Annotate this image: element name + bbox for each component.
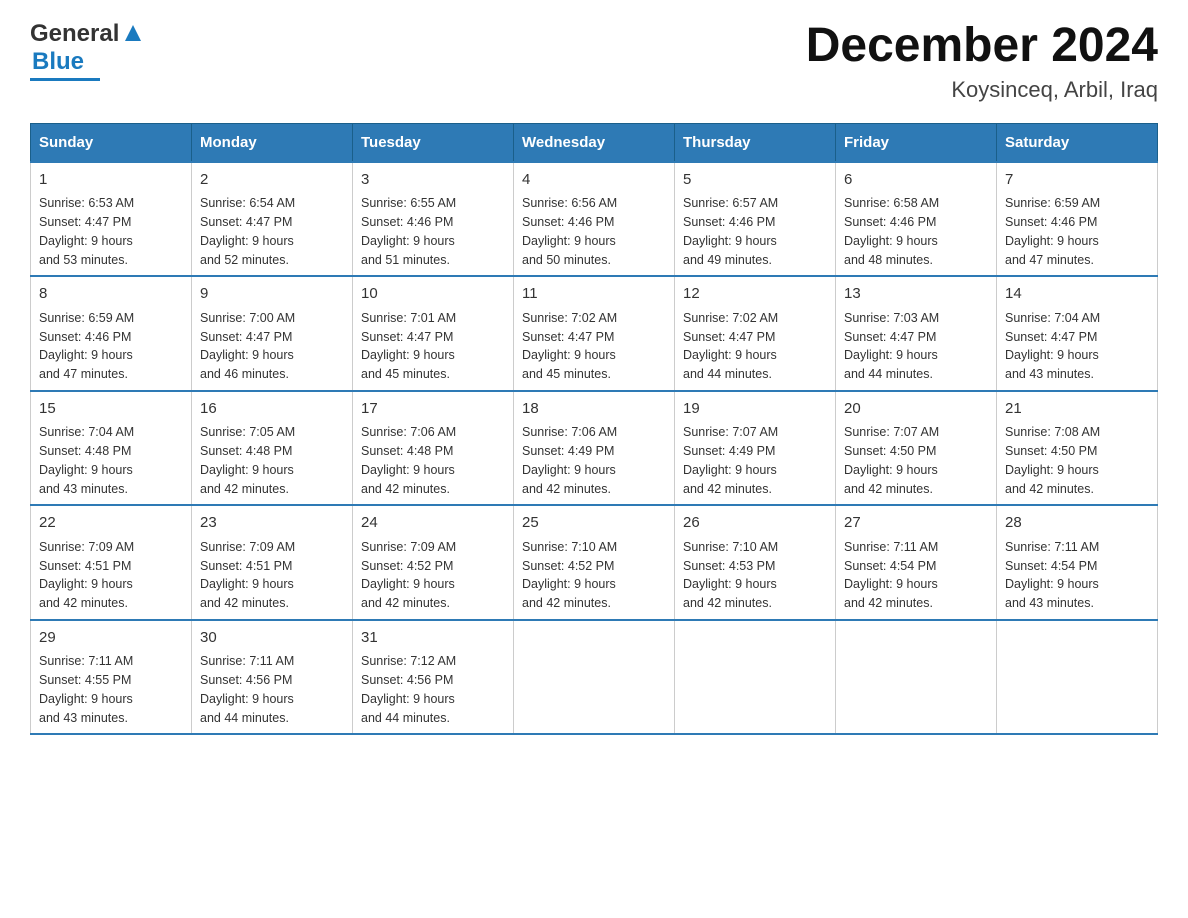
table-row: 9 Sunrise: 7:00 AMSunset: 4:47 PMDayligh… (192, 276, 353, 391)
table-row: 27 Sunrise: 7:11 AMSunset: 4:54 PMDaylig… (836, 505, 997, 620)
table-row: 30 Sunrise: 7:11 AMSunset: 4:56 PMDaylig… (192, 620, 353, 735)
month-year-title: December 2024 (806, 20, 1158, 73)
logo-general-text: General (30, 20, 119, 48)
header-saturday: Saturday (997, 123, 1158, 162)
day-number: 22 (39, 512, 183, 535)
table-row: 24 Sunrise: 7:09 AMSunset: 4:52 PMDaylig… (353, 505, 514, 620)
calendar-week-row: 1 Sunrise: 6:53 AMSunset: 4:47 PMDayligh… (31, 162, 1158, 277)
table-row: 17 Sunrise: 7:06 AMSunset: 4:48 PMDaylig… (353, 391, 514, 506)
day-number: 17 (361, 398, 505, 421)
table-row: 11 Sunrise: 7:02 AMSunset: 4:47 PMDaylig… (514, 276, 675, 391)
day-number: 18 (522, 398, 666, 421)
header-friday: Friday (836, 123, 997, 162)
table-row: 21 Sunrise: 7:08 AMSunset: 4:50 PMDaylig… (997, 391, 1158, 506)
table-row: 29 Sunrise: 7:11 AMSunset: 4:55 PMDaylig… (31, 620, 192, 735)
table-row: 4 Sunrise: 6:56 AMSunset: 4:46 PMDayligh… (514, 162, 675, 277)
day-number: 28 (1005, 512, 1149, 535)
calendar-week-row: 8 Sunrise: 6:59 AMSunset: 4:46 PMDayligh… (31, 276, 1158, 391)
day-number: 23 (200, 512, 344, 535)
table-row: 23 Sunrise: 7:09 AMSunset: 4:51 PMDaylig… (192, 505, 353, 620)
day-number: 6 (844, 169, 988, 192)
day-number: 16 (200, 398, 344, 421)
day-number: 9 (200, 283, 344, 306)
table-row: 15 Sunrise: 7:04 AMSunset: 4:48 PMDaylig… (31, 391, 192, 506)
header-monday: Monday (192, 123, 353, 162)
header-sunday: Sunday (31, 123, 192, 162)
table-row: 25 Sunrise: 7:10 AMSunset: 4:52 PMDaylig… (514, 505, 675, 620)
title-block: December 2024 Koysinceq, Arbil, Iraq (806, 20, 1158, 103)
calendar-week-row: 29 Sunrise: 7:11 AMSunset: 4:55 PMDaylig… (31, 620, 1158, 735)
day-number: 10 (361, 283, 505, 306)
table-row: 5 Sunrise: 6:57 AMSunset: 4:46 PMDayligh… (675, 162, 836, 277)
day-number: 1 (39, 169, 183, 192)
location-subtitle: Koysinceq, Arbil, Iraq (806, 77, 1158, 103)
logo-blue-text: Blue (32, 48, 84, 76)
table-row: 6 Sunrise: 6:58 AMSunset: 4:46 PMDayligh… (836, 162, 997, 277)
page-header: General Blue December 2024 Koysinceq, Ar… (30, 20, 1158, 103)
header-wednesday: Wednesday (514, 123, 675, 162)
day-number: 26 (683, 512, 827, 535)
day-number: 25 (522, 512, 666, 535)
logo-triangle-icon (123, 23, 143, 48)
table-row: 7 Sunrise: 6:59 AMSunset: 4:46 PMDayligh… (997, 162, 1158, 277)
day-number: 21 (1005, 398, 1149, 421)
table-row: 18 Sunrise: 7:06 AMSunset: 4:49 PMDaylig… (514, 391, 675, 506)
day-number: 13 (844, 283, 988, 306)
day-number: 30 (200, 627, 344, 650)
day-number: 2 (200, 169, 344, 192)
header-thursday: Thursday (675, 123, 836, 162)
day-number: 5 (683, 169, 827, 192)
day-number: 3 (361, 169, 505, 192)
table-row: 20 Sunrise: 7:07 AMSunset: 4:50 PMDaylig… (836, 391, 997, 506)
table-row: 1 Sunrise: 6:53 AMSunset: 4:47 PMDayligh… (31, 162, 192, 277)
table-row: 13 Sunrise: 7:03 AMSunset: 4:47 PMDaylig… (836, 276, 997, 391)
day-number: 11 (522, 283, 666, 306)
day-number: 20 (844, 398, 988, 421)
table-row: 31 Sunrise: 7:12 AMSunset: 4:56 PMDaylig… (353, 620, 514, 735)
header-tuesday: Tuesday (353, 123, 514, 162)
calendar-table: Sunday Monday Tuesday Wednesday Thursday… (30, 123, 1158, 736)
calendar-header-row: Sunday Monday Tuesday Wednesday Thursday… (31, 123, 1158, 162)
day-number: 4 (522, 169, 666, 192)
table-row: 19 Sunrise: 7:07 AMSunset: 4:49 PMDaylig… (675, 391, 836, 506)
day-number: 31 (361, 627, 505, 650)
logo-underline (30, 78, 100, 81)
day-number: 29 (39, 627, 183, 650)
table-row: 22 Sunrise: 7:09 AMSunset: 4:51 PMDaylig… (31, 505, 192, 620)
calendar-week-row: 15 Sunrise: 7:04 AMSunset: 4:48 PMDaylig… (31, 391, 1158, 506)
day-number: 27 (844, 512, 988, 535)
table-row: 3 Sunrise: 6:55 AMSunset: 4:46 PMDayligh… (353, 162, 514, 277)
calendar-week-row: 22 Sunrise: 7:09 AMSunset: 4:51 PMDaylig… (31, 505, 1158, 620)
table-row: 12 Sunrise: 7:02 AMSunset: 4:47 PMDaylig… (675, 276, 836, 391)
table-row (675, 620, 836, 735)
day-number: 12 (683, 283, 827, 306)
table-row: 26 Sunrise: 7:10 AMSunset: 4:53 PMDaylig… (675, 505, 836, 620)
logo: General Blue (30, 20, 143, 81)
day-number: 19 (683, 398, 827, 421)
day-number: 7 (1005, 169, 1149, 192)
day-number: 8 (39, 283, 183, 306)
day-number: 14 (1005, 283, 1149, 306)
day-number: 15 (39, 398, 183, 421)
table-row (514, 620, 675, 735)
table-row (997, 620, 1158, 735)
day-number: 24 (361, 512, 505, 535)
table-row: 16 Sunrise: 7:05 AMSunset: 4:48 PMDaylig… (192, 391, 353, 506)
table-row: 10 Sunrise: 7:01 AMSunset: 4:47 PMDaylig… (353, 276, 514, 391)
table-row: 14 Sunrise: 7:04 AMSunset: 4:47 PMDaylig… (997, 276, 1158, 391)
table-row: 2 Sunrise: 6:54 AMSunset: 4:47 PMDayligh… (192, 162, 353, 277)
table-row: 28 Sunrise: 7:11 AMSunset: 4:54 PMDaylig… (997, 505, 1158, 620)
table-row: 8 Sunrise: 6:59 AMSunset: 4:46 PMDayligh… (31, 276, 192, 391)
table-row (836, 620, 997, 735)
